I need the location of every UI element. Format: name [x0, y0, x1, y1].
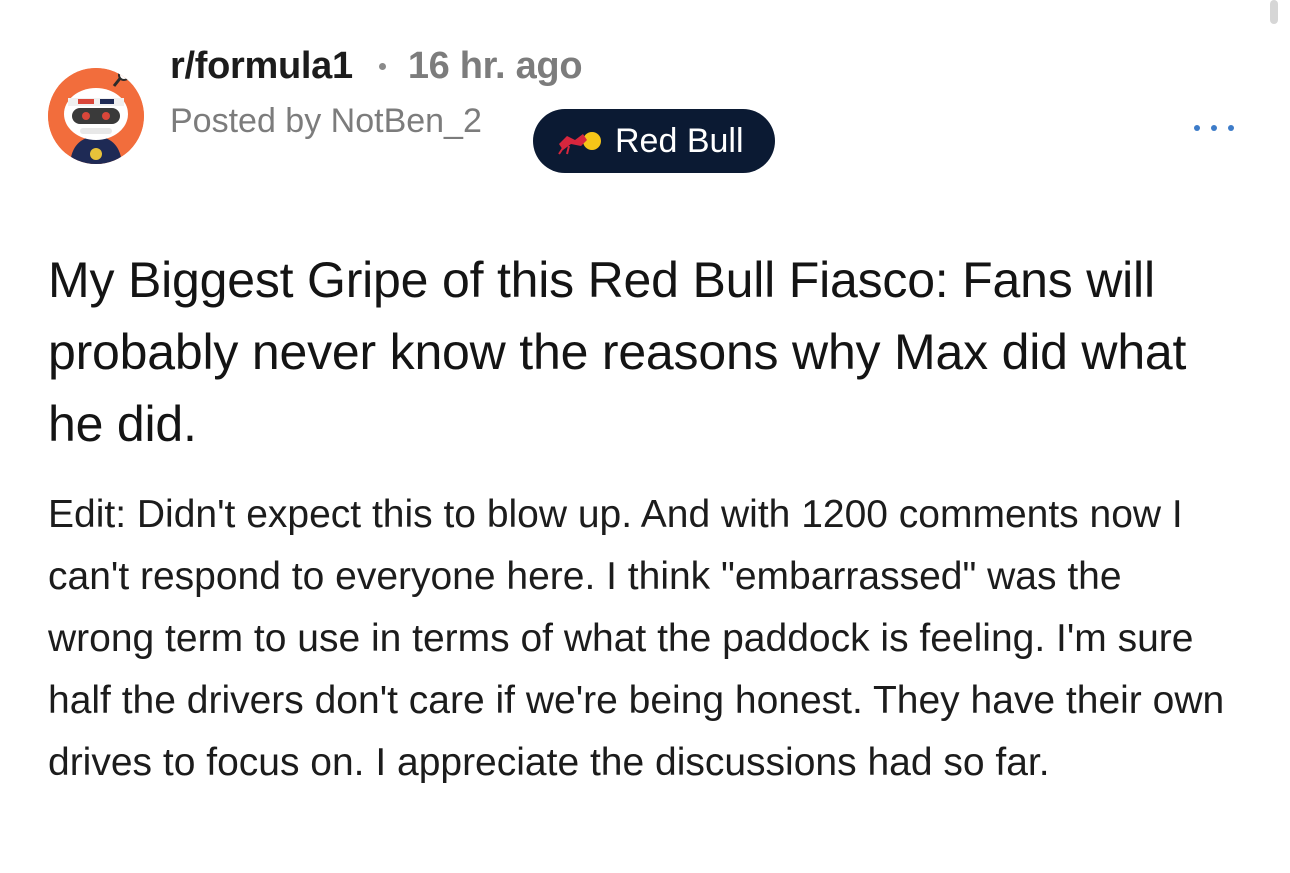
red-bull-icon	[558, 132, 601, 155]
more-options-icon[interactable]	[1194, 116, 1234, 140]
post-title[interactable]: My Biggest Gripe of this Red Bull Fiasco…	[48, 244, 1228, 460]
scrollbar[interactable]	[1270, 0, 1278, 24]
avatar-graphic	[48, 68, 144, 164]
snoo-avatar-icon[interactable]	[48, 68, 144, 164]
flair-label: Red Bull	[615, 121, 744, 160]
post-timestamp: 16 hr. ago	[407, 44, 583, 87]
post-body: Edit: Didn't expect this to blow up. And…	[48, 493, 1225, 784]
more-dot	[1228, 125, 1234, 131]
more-dot	[1194, 125, 1200, 131]
separator-dot	[378, 62, 386, 70]
user-flair-badge[interactable]: Red Bull	[533, 109, 775, 173]
post-meta: r/formula1 16 hr. ago	[170, 44, 583, 88]
posted-by[interactable]: Posted by NotBen_2	[170, 102, 482, 141]
subreddit-link[interactable]: r/formula1	[170, 45, 353, 88]
more-dot	[1211, 125, 1217, 131]
